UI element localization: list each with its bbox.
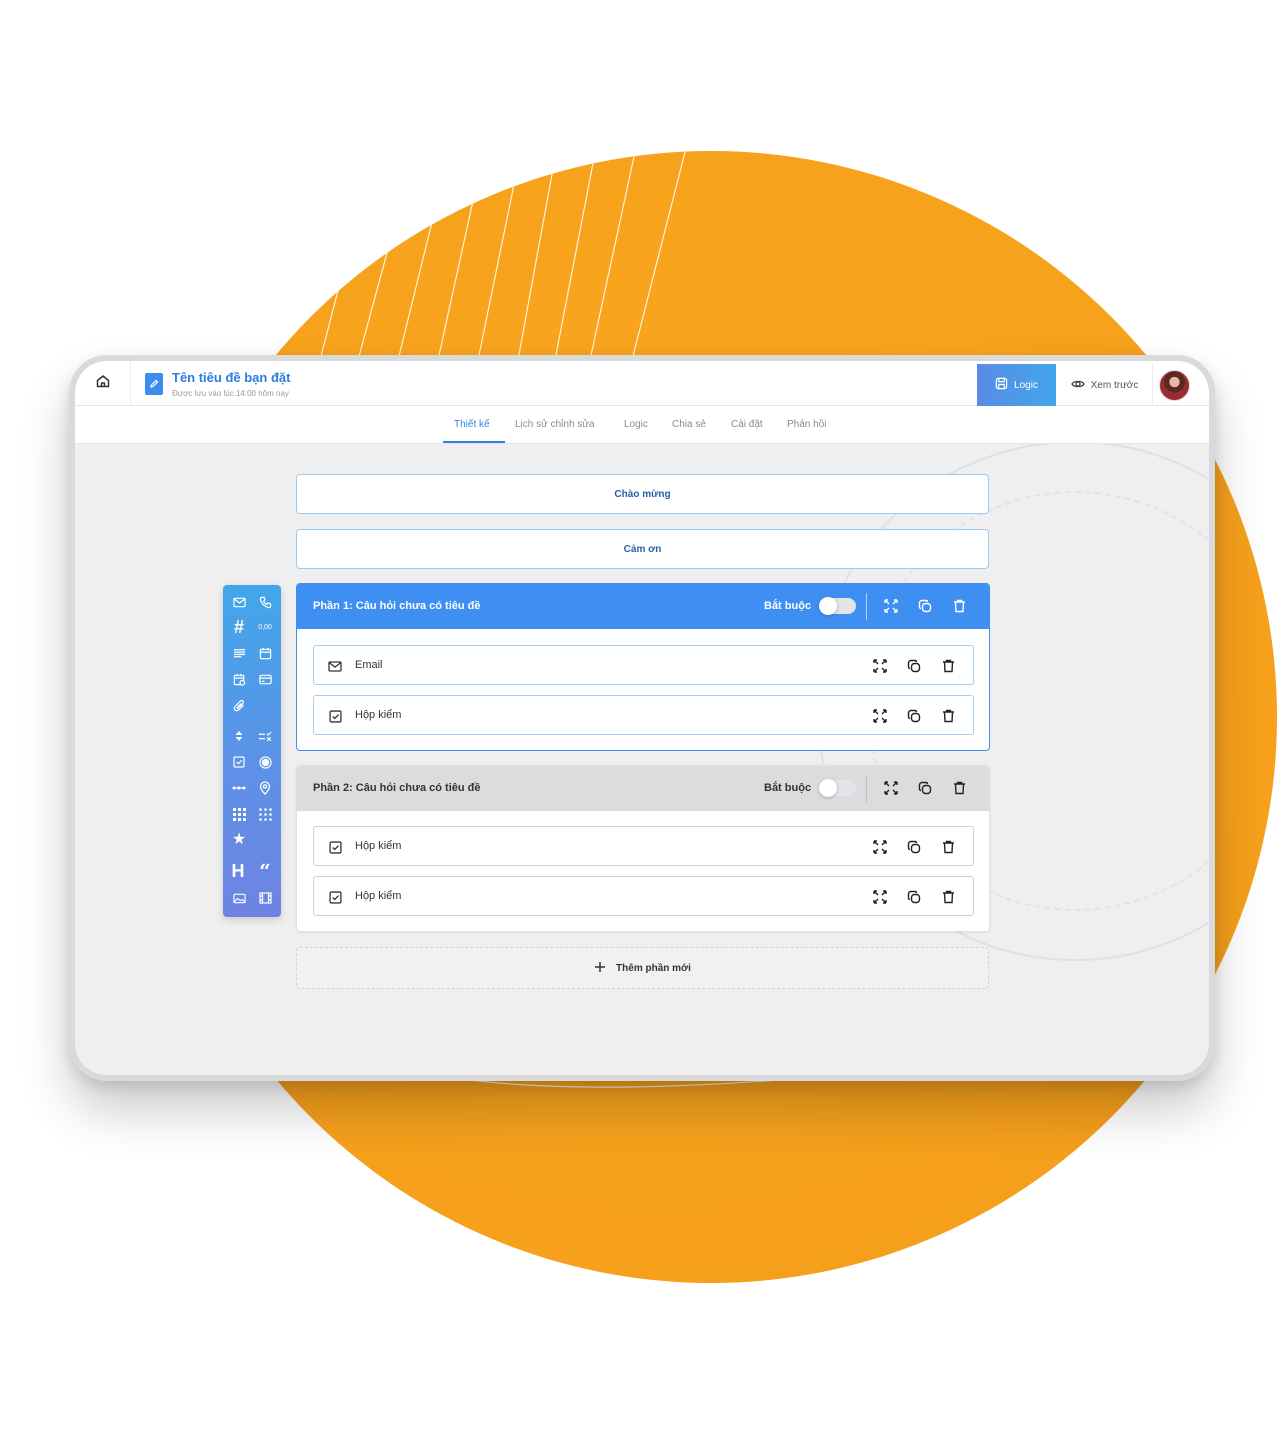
eye-icon: [1070, 377, 1085, 394]
section-2[interactable]: Phần 2: Câu hỏi chưa có tiêu đề Bắt buộc: [296, 765, 990, 932]
save-status: Được lưu vào lúc 14:00 hôm nay: [172, 389, 289, 398]
section-1[interactable]: Phần 1: Câu hỏi chưa có tiêu đề Bắt buộc: [296, 583, 990, 751]
plus-icon: [594, 961, 606, 976]
question-field[interactable]: Email: [313, 645, 974, 685]
checkbox-icon[interactable]: [231, 754, 247, 770]
field-label: Hộp kiểm: [355, 890, 402, 902]
required-toggle[interactable]: [819, 779, 856, 797]
checkbox-icon: [327, 708, 343, 724]
trash-icon[interactable]: [940, 839, 956, 855]
star-icon[interactable]: ★: [231, 832, 247, 848]
section-title[interactable]: Phần 2: Câu hỏi chưa có tiêu đề: [313, 782, 481, 794]
tab-edit-history[interactable]: Lịch sử chỉnh sửa: [515, 419, 595, 430]
top-bar: Tên tiêu đề bạn đặt Được lưu vào lúc 14:…: [75, 361, 1209, 406]
tab-logic[interactable]: Logic: [624, 419, 648, 430]
duplicate-icon[interactable]: [906, 658, 922, 674]
trash-icon[interactable]: [951, 598, 967, 614]
expand-icon[interactable]: [872, 658, 888, 674]
attachment-icon[interactable]: [231, 697, 247, 713]
expand-icon[interactable]: [883, 598, 899, 614]
paragraph-icon[interactable]: [231, 645, 247, 661]
required-label: Bắt buộc: [764, 782, 812, 794]
user-avatar[interactable]: [1159, 370, 1190, 401]
video-icon[interactable]: [257, 890, 273, 906]
expand-icon[interactable]: [872, 708, 888, 724]
tab-design[interactable]: Thiết kế: [454, 419, 490, 430]
home-button[interactable]: [75, 361, 131, 406]
duplicate-icon[interactable]: [917, 598, 933, 614]
expand-icon[interactable]: [872, 839, 888, 855]
preview-button-label: Xem trước: [1090, 379, 1139, 391]
field-palette: # 0,00 ★ H “: [223, 585, 281, 917]
duplicate-icon[interactable]: [906, 839, 922, 855]
form-builder-app: Tên tiêu đề bạn đặt Được lưu vào lúc 14:…: [75, 361, 1209, 1075]
duplicate-icon[interactable]: [906, 708, 922, 724]
duplicate-icon[interactable]: [917, 780, 933, 796]
welcome-screen-card[interactable]: Chào mừng: [296, 474, 989, 514]
field-label: Email: [355, 659, 383, 671]
header-divider: [866, 593, 867, 620]
matrix-icon[interactable]: [257, 806, 273, 822]
tab-responses[interactable]: Phản hồi: [787, 419, 826, 430]
radio-icon[interactable]: [257, 754, 273, 770]
document-edit-icon: [145, 373, 163, 395]
logic-button-label: Logic: [1014, 379, 1038, 391]
location-icon[interactable]: [257, 780, 273, 796]
checklist-icon[interactable]: [257, 728, 273, 744]
header-divider: [866, 775, 867, 802]
checkbox-icon: [327, 839, 343, 855]
calendar-icon[interactable]: [257, 645, 273, 661]
trash-icon[interactable]: [940, 658, 956, 674]
calendar-time-icon[interactable]: [231, 671, 247, 687]
logic-button[interactable]: Logic: [977, 364, 1056, 406]
preview-button[interactable]: Xem trước: [1057, 364, 1153, 406]
decimal-icon[interactable]: 0,00: [255, 619, 275, 635]
section-header: Phần 1: Câu hỏi chưa có tiêu đề Bắt buộc: [297, 584, 989, 629]
device-frame: Tên tiêu đề bạn đặt Được lưu vào lúc 14:…: [69, 355, 1215, 1081]
mail-icon[interactable]: [231, 594, 247, 610]
add-section-label: Thêm phần mới: [616, 962, 691, 974]
mail-icon: [327, 658, 343, 674]
field-label: Hộp kiểm: [355, 709, 402, 721]
field-label: Hộp kiểm: [355, 840, 402, 852]
number-icon[interactable]: #: [231, 618, 247, 636]
checkbox-icon: [327, 889, 343, 905]
tab-share[interactable]: Chia sẻ: [672, 419, 706, 430]
expand-icon[interactable]: [883, 780, 899, 796]
divider-icon[interactable]: [231, 780, 247, 796]
card-icon[interactable]: [257, 671, 273, 687]
required-label: Bắt buộc: [764, 600, 812, 612]
trash-icon[interactable]: [940, 889, 956, 905]
marketing-stage: Tên tiêu đề bạn đặt Được lưu vào lúc 14:…: [0, 0, 1280, 1436]
image-icon[interactable]: [231, 890, 247, 906]
save-icon: [995, 377, 1008, 393]
section-title[interactable]: Phần 1: Câu hỏi chưa có tiêu đề: [313, 600, 481, 612]
heading-icon[interactable]: H: [230, 862, 246, 880]
trash-icon[interactable]: [940, 708, 956, 724]
question-field[interactable]: Hộp kiểm: [313, 876, 974, 916]
document-title[interactable]: Tên tiêu đề bạn đặt: [172, 370, 290, 385]
expand-icon[interactable]: [872, 889, 888, 905]
duplicate-icon[interactable]: [906, 889, 922, 905]
quote-icon[interactable]: “: [257, 861, 273, 881]
grid-icon[interactable]: [231, 806, 247, 822]
trash-icon[interactable]: [951, 780, 967, 796]
question-field[interactable]: Hộp kiểm: [313, 826, 974, 866]
add-section-button[interactable]: Thêm phần mới: [296, 947, 989, 989]
section-header: Phần 2: Câu hỏi chưa có tiêu đề Bắt buộc: [297, 766, 989, 811]
phone-icon[interactable]: [257, 594, 273, 610]
active-tab-indicator: [443, 441, 505, 443]
home-icon: [95, 373, 111, 394]
tab-settings[interactable]: Cài đặt: [731, 419, 763, 430]
thanks-screen-card[interactable]: Cảm ơn: [296, 529, 989, 569]
sort-icon[interactable]: [231, 728, 247, 744]
required-toggle[interactable]: [819, 597, 856, 615]
question-field[interactable]: Hộp kiểm: [313, 695, 974, 735]
tab-bar: Thiết kế Lịch sử chỉnh sửa Logic Chia sẻ…: [75, 406, 1209, 444]
